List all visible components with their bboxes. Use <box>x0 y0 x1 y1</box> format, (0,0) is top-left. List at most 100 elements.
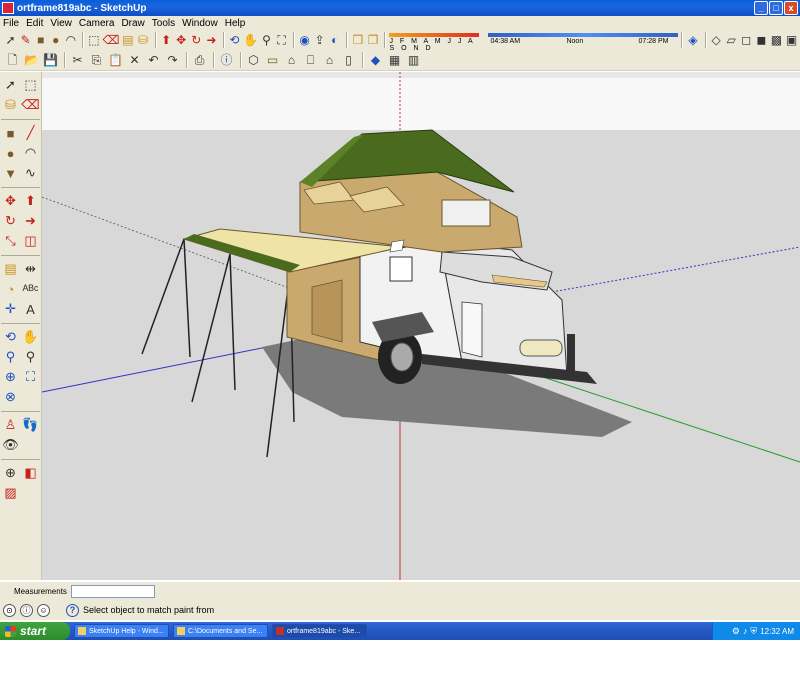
help-icon[interactable]: ? <box>66 603 79 617</box>
walk-tool-icon[interactable]: 👣 <box>21 416 40 434</box>
pencil-tool-icon[interactable]: ✎ <box>19 32 32 49</box>
hidden-line-style-icon[interactable]: ◻ <box>740 32 753 49</box>
rotate-tool-icon[interactable]: ↻ <box>190 32 203 49</box>
display-cut-icon[interactable]: ▥ <box>405 52 422 69</box>
cut-icon[interactable]: ✂ <box>69 52 86 69</box>
right-view-icon[interactable]: ⎕ <box>302 52 319 69</box>
eraser-tool-icon[interactable]: ⌫ <box>102 32 119 49</box>
measurements-input[interactable] <box>70 584 155 598</box>
pan-tool-icon[interactable]: ✋ <box>243 32 258 49</box>
select-tool-icon[interactable]: ➚ <box>4 32 17 49</box>
google-earth-icon[interactable]: ◐ <box>328 32 341 49</box>
make-component-icon[interactable]: ⬚ <box>87 32 100 49</box>
zoom-tool-icon[interactable]: ⚲ <box>1 348 20 366</box>
display-section-icon[interactable]: ▦ <box>386 52 403 69</box>
left-view-icon[interactable]: ▯ <box>340 52 357 69</box>
share-model-icon[interactable]: ⇪ <box>313 32 326 49</box>
menu-help[interactable]: Help <box>225 18 246 29</box>
make-component-icon[interactable]: ⬚ <box>21 76 40 94</box>
iso-camera-icon[interactable]: ⬡ <box>245 52 262 69</box>
menu-camera[interactable]: Camera <box>79 18 115 29</box>
delete-icon[interactable]: ✕ <box>126 52 143 69</box>
maximize-button[interactable]: □ <box>769 1 783 15</box>
look-around-icon[interactable]: 👁 <box>1 436 20 454</box>
circle-tool-icon[interactable]: ● <box>1 144 20 162</box>
position-camera-icon[interactable]: ♙ <box>1 416 20 434</box>
line-tool-icon[interactable]: ╱ <box>21 124 40 142</box>
dimension-tool-icon[interactable]: ⇹ <box>21 260 40 278</box>
credits-icon[interactable]: ⓘ <box>20 603 33 617</box>
save-file-icon[interactable]: 💾 <box>42 52 59 69</box>
open-file-icon[interactable]: 📂 <box>23 52 40 69</box>
copy-icon[interactable]: ⎘ <box>88 52 105 69</box>
trailer-model-scene[interactable] <box>42 72 800 580</box>
shaded-style-icon[interactable]: ◼ <box>755 32 768 49</box>
tray-network-icon[interactable]: ⚙ <box>732 626 740 637</box>
sketchup-app-icon[interactable] <box>2 2 14 14</box>
paint-bucket-icon[interactable]: ⛁ <box>137 32 150 49</box>
offset-tool-icon[interactable]: ◫ <box>21 232 40 250</box>
push-pull-icon[interactable]: ⬆ <box>21 192 40 210</box>
menu-tools[interactable]: Tools <box>152 18 175 29</box>
monochrome-style-icon[interactable]: ▣ <box>785 32 798 49</box>
front-view-icon[interactable]: ⌂ <box>283 52 300 69</box>
circle-tool-icon[interactable]: ● <box>49 32 62 49</box>
polygon-tool-icon[interactable]: ▼ <box>1 164 20 182</box>
section-plane-icon[interactable]: ⊕ <box>1 464 20 482</box>
menu-file[interactable]: File <box>3 18 19 29</box>
orbit-tool-icon[interactable]: ⟲ <box>228 32 241 49</box>
move-tool-icon[interactable]: ✥ <box>175 32 188 49</box>
tape-measure-icon[interactable]: ▤ <box>1 260 20 278</box>
taskbar-item-explorer[interactable]: C:\Documents and Se... <box>173 624 268 638</box>
follow-me-icon[interactable]: ➜ <box>205 32 218 49</box>
section-plane-icon[interactable]: ◆ <box>367 52 384 69</box>
zoom-window-icon[interactable]: ⚲ <box>21 348 40 366</box>
pan-tool-icon[interactable]: ✋ <box>21 328 40 346</box>
menu-draw[interactable]: Draw <box>121 18 144 29</box>
wireframe-style-icon[interactable]: ▱ <box>725 32 738 49</box>
clock[interactable]: 12:32 AM <box>760 627 794 636</box>
xray-style-icon[interactable]: ◇ <box>710 32 723 49</box>
protractor-tool-icon[interactable]: ◔ <box>1 280 20 298</box>
back-view-icon[interactable]: ⌂ <box>321 52 338 69</box>
shadow-month-slider[interactable]: J F M A M J J A S O N D <box>389 33 480 52</box>
tray-volume-icon[interactable]: ♪ <box>743 626 748 636</box>
close-button[interactable]: x <box>784 1 798 15</box>
3d-text-tool-icon[interactable]: A <box>21 300 40 318</box>
undo-icon[interactable]: ↶ <box>145 52 162 69</box>
top-view-icon[interactable]: ▭ <box>264 52 281 69</box>
menu-window[interactable]: Window <box>182 18 218 29</box>
scale-tool-icon[interactable]: ⤡ <box>1 232 20 250</box>
minimize-button[interactable]: _ <box>754 1 768 15</box>
redo-icon[interactable]: ↷ <box>164 52 181 69</box>
paint-bucket-icon[interactable]: ⛁ <box>1 96 20 114</box>
freehand-tool-icon[interactable]: ∿ <box>21 164 40 182</box>
select-tool-icon[interactable]: ➚ <box>1 76 20 94</box>
components-icon[interactable]: ❒ <box>351 32 364 49</box>
text-tool-icon[interactable]: ᴬᴮᶜ <box>21 280 40 298</box>
iso-view-icon[interactable]: ◈ <box>686 32 699 49</box>
model-viewport[interactable] <box>42 72 800 580</box>
zoom-tool-icon[interactable]: ⚲ <box>260 32 273 49</box>
materials-icon[interactable]: ❐ <box>366 32 379 49</box>
rectangle-tool-icon[interactable]: ■ <box>34 32 47 49</box>
tape-measure-icon[interactable]: ▤ <box>121 32 134 49</box>
next-view-icon[interactable]: ⊗ <box>1 388 20 406</box>
new-file-icon[interactable]: 🗋 <box>4 52 21 69</box>
print-icon[interactable]: ⎙ <box>191 52 208 69</box>
axes-tool-icon[interactable]: ✛ <box>1 300 20 318</box>
orbit-tool-icon[interactable]: ⟲ <box>1 328 20 346</box>
rectangle-tool-icon[interactable]: ■ <box>1 124 20 142</box>
arc-tool-icon[interactable]: ◠ <box>21 144 40 162</box>
zoom-extents-icon[interactable]: ⛶ <box>21 368 40 386</box>
follow-me-icon[interactable]: ➜ <box>21 212 40 230</box>
textured-style-icon[interactable]: ▩ <box>770 32 783 49</box>
zoom-extents-icon[interactable]: ⛶ <box>275 32 288 49</box>
start-button[interactable]: start <box>0 622 70 640</box>
model-info-icon[interactable]: ⓘ <box>218 52 235 69</box>
menu-edit[interactable]: Edit <box>26 18 43 29</box>
get-models-icon[interactable]: ◉ <box>298 32 311 49</box>
tray-security-icon[interactable]: ⛨ <box>750 626 757 637</box>
move-tool-icon[interactable]: ✥ <box>1 192 20 210</box>
taskbar-item-sketchup[interactable]: ortframe819abc - Ske... <box>272 624 367 638</box>
